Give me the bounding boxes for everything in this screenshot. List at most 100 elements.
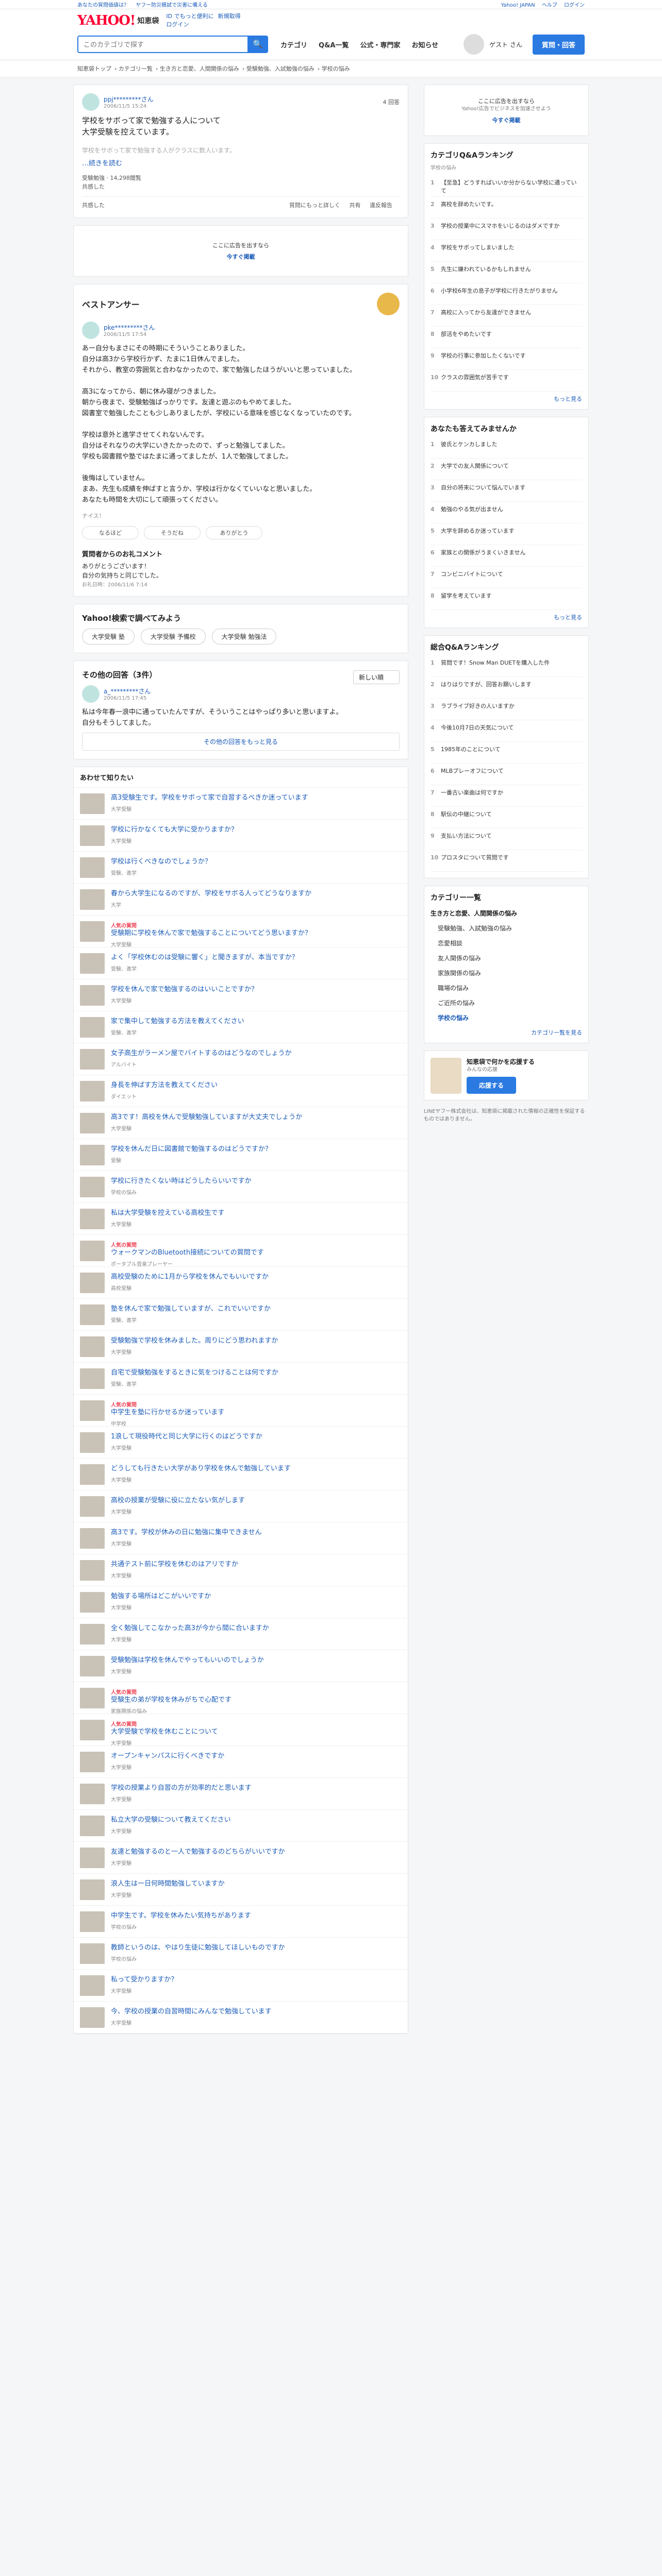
related-title-link[interactable]: 学校の授業より自習の方が効率的だと思います xyxy=(111,1784,394,1793)
related-title-link[interactable]: 1浪して現役時代と同じ大学に行くのはどうですか xyxy=(111,1432,394,1442)
ranking-item[interactable]: 2 はりはりですが、回答お願いします xyxy=(431,677,582,699)
rank-text[interactable]: 自分の将来について悩んでいます xyxy=(441,484,525,498)
related-item[interactable]: 人気の質問 受験期に学校を休んで家で勉強することについてどう思いますか？ 大学受験 xyxy=(74,916,408,947)
related-item[interactable]: 高3受験生です。学校をサボって家で自習するべきか迷っています 大学受験 xyxy=(74,788,408,820)
related-title-link[interactable]: 教師というのは、やはり生徒に勉強してほしいものですか xyxy=(111,1943,394,1953)
related-title-link[interactable]: 受験勉強で学校を休みました。周りにどう思われますか xyxy=(111,1336,394,1346)
ranking-item[interactable]: 8 部活をやめたいです xyxy=(431,327,582,348)
rank-text[interactable]: 勉強のやる気が出ません xyxy=(441,505,503,519)
top-link-1[interactable]: あなたの質問価値は？ xyxy=(77,3,129,8)
nav-category[interactable]: カテゴリ xyxy=(280,40,307,49)
report-button[interactable]: 違反報告 xyxy=(370,202,392,209)
category-item[interactable]: 友人関係の悩み xyxy=(431,951,582,965)
rank-text[interactable]: 1985年のことについて xyxy=(441,745,501,759)
related-title-link[interactable]: 高3受験生です。学校をサボって家で自習するべきか迷っています xyxy=(111,793,394,803)
rank-text[interactable]: 部活をやめたいです xyxy=(441,330,492,344)
related-title-link[interactable]: 高校受験のために1月から学校を休んでもいいですか xyxy=(111,1273,394,1282)
ranking-item[interactable]: 3 学校の授業中にスマホをいじるのはダメですか xyxy=(431,218,582,240)
related-title-link[interactable]: 私は大学受験を控えている高校生です xyxy=(111,1209,394,1218)
read-more-link[interactable]: …続きを読む xyxy=(82,158,400,167)
related-item[interactable]: よく「学校休むのは受験に響く」と聞きますが、本当ですか？ 受験、進学 xyxy=(74,947,408,979)
related-title-link[interactable]: 私って受かりますか？ xyxy=(111,1975,394,1985)
ranking-more-link[interactable]: もっと見る xyxy=(431,395,582,403)
related-item[interactable]: 勉強する場所はどこがいいですか 大学受験 xyxy=(74,1586,408,1618)
rank-text[interactable]: 質問です！Snow Man DUETを購入した件 xyxy=(441,659,550,673)
related-item[interactable]: 高校受験のために1月から学校を休んでもいいですか 高校受験 xyxy=(74,1267,408,1299)
related-item[interactable]: 1浪して現役時代と同じ大学に行くのはどうですか 大学受験 xyxy=(74,1427,408,1459)
related-item[interactable]: 教師というのは、やはり生徒に勉強してほしいものですか 学校の悩み xyxy=(74,1938,408,1970)
related-item[interactable]: 学校を休んだ日に図書館で勉強するのはどうですか？ 受験 xyxy=(74,1139,408,1171)
rank-text[interactable]: 【至急】どうすればいいか分からない学校に通っていて xyxy=(441,179,582,194)
ranking-item[interactable]: 4 今後10月7日の天気について xyxy=(431,720,582,742)
related-title-link[interactable]: 高3です！高校を休んで受験勉強していますが大丈夫でしょうか xyxy=(111,1113,394,1122)
chiebukuro-logo[interactable]: 知恵袋 xyxy=(137,15,159,26)
related-title-link[interactable]: ウォークマンのBluetooth接続についての質問です xyxy=(111,1248,394,1258)
rank-text[interactable]: 彼氏とケンカしました xyxy=(441,440,498,454)
related-title-link[interactable]: 学校を休んで家で勉強するのはいいことですか？ xyxy=(111,985,394,994)
rank-text[interactable]: クラスの雰囲気が苦手です xyxy=(441,374,509,387)
related-item[interactable]: 人気の質問 受験生の弟が学校を休みがちで心配です 家族関係の悩み xyxy=(74,1682,408,1714)
side-ad-cta[interactable]: 今すぐ掲載 xyxy=(492,116,521,124)
related-title-link[interactable]: 春から大学生になるのですが、学校をサボる人ってどうなりますか xyxy=(111,889,394,899)
breadcrumb-item[interactable]: 受験勉強、入試勉強の悩み xyxy=(246,65,315,72)
related-item[interactable]: 受験勉強は学校を休んでやってもいいのでしょうか 大学受験 xyxy=(74,1650,408,1682)
related-item[interactable]: 友達と勉強するのと一人で勉強するのどちらがいいですか 大学受験 xyxy=(74,1842,408,1874)
rank-text[interactable]: 学校の授業中にスマホをいじるのはダメですか xyxy=(441,222,559,236)
related-item[interactable]: 私立大学の受験について教えてください 大学受験 xyxy=(74,1810,408,1842)
react-naruhodo[interactable]: なるほど xyxy=(82,526,139,539)
category-more-link[interactable]: カテゴリ一覧を見る xyxy=(431,1028,582,1037)
ranking-item[interactable]: 1 質問です！Snow Man DUETを購入した件 xyxy=(431,655,582,677)
detail-request-button[interactable]: 質問にもっと詳しく xyxy=(289,202,340,209)
rank-text[interactable]: 小学校6年生の息子が学校に行きたがりません xyxy=(441,287,558,301)
id-link[interactable]: ID でもっと便利に xyxy=(166,13,213,20)
top-right-yj[interactable]: Yahoo! JAPAN xyxy=(501,3,535,8)
rank-text[interactable]: ラブライブ好きの人いますか xyxy=(441,702,515,716)
rank-text[interactable]: MLBプレーオフについて xyxy=(441,767,504,781)
related-item[interactable]: 人気の質問 ウォークマンのBluetooth接続についての質問です ポータブル音楽プ… xyxy=(74,1235,408,1267)
rank-text[interactable]: 学校をサボってしまいました xyxy=(441,244,514,258)
related-title-link[interactable]: 受験生の弟が学校を休みがちで心配です xyxy=(111,1696,394,1705)
related-title-link[interactable]: 女子高生がラーメン屋でバイトするのはどうなのでしょうか xyxy=(111,1049,394,1058)
related-title-link[interactable]: よく「学校休むのは受験に響く」と聞きますが、本当ですか？ xyxy=(111,953,394,962)
ranking-item[interactable]: 2 高校を辞めたいです。 xyxy=(431,197,582,218)
breadcrumb-item[interactable]: 学校の悩み xyxy=(322,65,350,72)
rank-text[interactable]: プロスタについて質問です xyxy=(441,854,509,868)
ranking-item[interactable]: 5 1985年のことについて xyxy=(431,742,582,764)
category-item[interactable]: 家族関係の悩み xyxy=(431,965,582,980)
related-title-link[interactable]: 塾を休んで家で勉強していますが、これでいいですか xyxy=(111,1304,394,1314)
related-item[interactable]: 高3です！高校を休んで受験勉強していますが大丈夫でしょうか 大学受験 xyxy=(74,1107,408,1139)
search-chip[interactable]: 大学受験 勉強法 xyxy=(211,629,277,645)
related-title-link[interactable]: 今、学校の授業の自習時間にみんなで勉強しています xyxy=(111,2007,394,2016)
related-title-link[interactable]: 学校は行くべきなのでしょうか？ xyxy=(111,857,394,867)
yahoo-logo[interactable]: YAHOO! xyxy=(77,13,136,28)
related-item[interactable]: 高3です。学校が休みの日に勉強に集中できません 大学受験 xyxy=(74,1522,408,1554)
nav-official[interactable]: 公式・専門家 xyxy=(360,40,400,49)
ranking-item[interactable]: 2 大学での友人関係について xyxy=(431,459,582,480)
related-item[interactable]: 学校の授業より自習の方が効率的だと思います 大学受験 xyxy=(74,1778,408,1810)
ranking-item[interactable]: 8 駅伝の中継について xyxy=(431,807,582,828)
user-avatar[interactable] xyxy=(464,34,485,55)
related-title-link[interactable]: 受験勉強は学校を休んでやってもいいのでしょうか xyxy=(111,1656,394,1665)
related-title-link[interactable]: 全く勉強してこなかった高3が今から間に合いますか xyxy=(111,1624,394,1633)
category-item[interactable]: 受験勉強、入試勉強の悩み xyxy=(431,921,582,936)
related-item[interactable]: 私は大学受験を控えている高校生です 大学受験 xyxy=(74,1203,408,1235)
nav-qa-list[interactable]: Q&A一覧 xyxy=(319,40,349,49)
more-answers-button[interactable]: その他の回答をもっと見る xyxy=(82,733,400,751)
related-item[interactable]: 今、学校の授業の自習時間にみんなで勉強しています 大学受験 xyxy=(74,2002,408,2033)
search-chip[interactable]: 大学受験 予備校 xyxy=(140,629,206,645)
related-title-link[interactable]: 身長を伸ばす方法を教えてください xyxy=(111,1081,394,1090)
related-title-link[interactable]: 家で集中して勉強する方法を教えてください xyxy=(111,1017,394,1026)
react-soudane[interactable]: そうだね xyxy=(144,526,201,539)
ranking-item[interactable]: 1 彼氏とケンカしました xyxy=(431,437,582,459)
signup-link[interactable]: 新規取得 xyxy=(218,13,241,20)
answerer-name[interactable]: pke*********さん xyxy=(104,323,155,332)
related-title-link[interactable]: 高3です。学校が休みの日に勉強に集中できません xyxy=(111,1528,394,1537)
related-item[interactable]: 自宅で受験勉強をするときに気をつけることは何ですか 受験、進学 xyxy=(74,1363,408,1395)
empathy-button[interactable]: 共感した xyxy=(82,202,105,209)
ad-banner[interactable]: ここに広告を出すなら 今すぐ掲載 xyxy=(73,225,408,277)
ranking-item[interactable]: 6 小学校6年生の息子が学校に行きたがりません xyxy=(431,283,582,305)
category-item[interactable]: 恋愛相談 xyxy=(431,936,582,951)
ranking-item[interactable]: 5 大学を辞めるか迷っています xyxy=(431,523,582,545)
related-title-link[interactable]: 友達と勉強するのと一人で勉強するのどちらがいいですか xyxy=(111,1848,394,1857)
related-title-link[interactable]: どうしても行きたい大学があり学校を休んで勉強しています xyxy=(111,1464,394,1473)
